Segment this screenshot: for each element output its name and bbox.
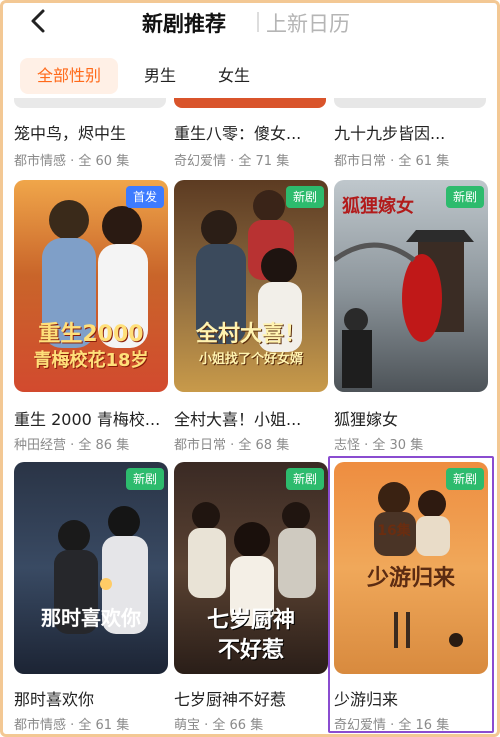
- poster-art: [54, 506, 148, 634]
- back-arrow-svg: [31, 9, 45, 33]
- drama-meta: 萌宝 · 全 66 集: [174, 718, 264, 733]
- first-release-badge: 首发: [125, 186, 164, 208]
- filter-all-gender[interactable]: 全部性别: [20, 58, 118, 94]
- poster-stub[interactable]: [14, 98, 166, 108]
- poster-title-text: 那时喜欢你: [41, 606, 141, 630]
- drama-meta: 都市情感 · 全 60 集: [14, 154, 130, 169]
- poster-subtitle-text: 小姐找了个好女婿: [198, 352, 303, 367]
- drama-meta: 奇幻爱情 · 全 71 集: [174, 154, 290, 169]
- poster-title-text: 全村大喜！: [195, 322, 306, 347]
- drama-poster[interactable]: 那时喜欢你 新剧: [14, 462, 168, 674]
- tab-divider: [257, 12, 259, 32]
- poster-subtitle-text: 不好惹: [217, 638, 284, 663]
- drama-title: 狐狸嫁女: [334, 410, 399, 429]
- drama-meta: 志怪 · 全 30 集: [334, 438, 424, 453]
- drama-poster[interactable]: 重生2000 青梅校花18岁 首发: [14, 180, 168, 392]
- drama-title: 重生 2000 青梅校...: [14, 410, 161, 429]
- drama-title: 笼中鸟，烬中生: [14, 124, 127, 143]
- drama-poster[interactable]: 狐狸嫁女 新剧: [334, 180, 488, 392]
- new-drama-badge: 新剧: [125, 468, 164, 490]
- poster-subtitle-text: 青梅校花18岁: [33, 350, 149, 371]
- filter-male[interactable]: 男生: [134, 58, 186, 94]
- filter-female[interactable]: 女生: [208, 58, 260, 94]
- top-nav: 新剧推荐 上新日历: [0, 0, 500, 46]
- drama-meta: 都市情感 · 全 61 集: [14, 718, 130, 733]
- poster-title-text: 七岁厨神: [206, 608, 295, 633]
- drama-meta: 都市日常 · 全 61 集: [334, 154, 450, 169]
- tab-release-calendar[interactable]: 上新日历: [266, 8, 350, 38]
- drama-title: 全村大喜！小姐...: [174, 410, 302, 429]
- new-drama-badge: 新剧: [285, 186, 324, 208]
- drama-poster[interactable]: 全村大喜！ 小姐找了个好女婿 新剧: [174, 180, 328, 392]
- back-arrow-icon[interactable]: [24, 6, 54, 36]
- drama-meta: 种田经营 · 全 86 集: [14, 438, 130, 453]
- drama-title: 九十九步皆因...: [334, 124, 446, 143]
- poster-stub[interactable]: [174, 98, 326, 108]
- drama-title: 那时喜欢你: [14, 690, 95, 709]
- drama-title: 七岁厨神不好惹: [174, 690, 287, 709]
- new-drama-badge: 新剧: [445, 186, 484, 208]
- gender-filter-bar: 全部性别 男生 女生: [0, 58, 500, 96]
- tab-new-drama-recommend[interactable]: 新剧推荐: [142, 8, 226, 38]
- poster-stub[interactable]: [334, 98, 486, 108]
- selected-card-highlight: [328, 456, 494, 733]
- drama-poster[interactable]: 七岁厨神 不好惹 新剧: [174, 462, 328, 674]
- new-drama-badge: 新剧: [285, 468, 324, 490]
- drama-meta: 都市日常 · 全 68 集: [174, 438, 290, 453]
- poster-title-text: 重生2000: [38, 322, 144, 347]
- drama-title: 重生八零：傻女...: [174, 124, 302, 143]
